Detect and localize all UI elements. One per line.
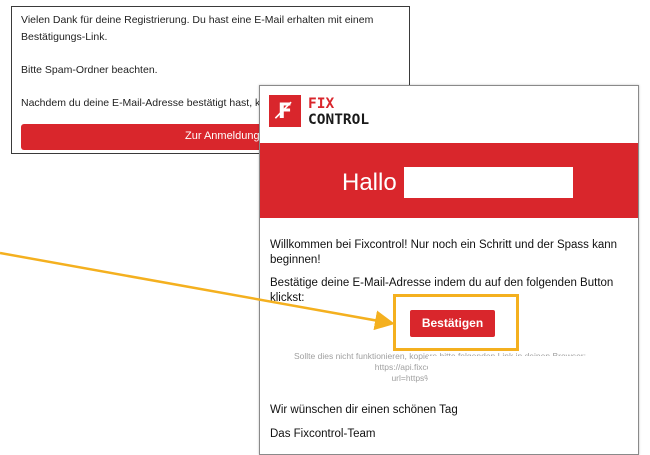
annotation-arrow [0,251,395,331]
arrow-line [0,251,395,331]
